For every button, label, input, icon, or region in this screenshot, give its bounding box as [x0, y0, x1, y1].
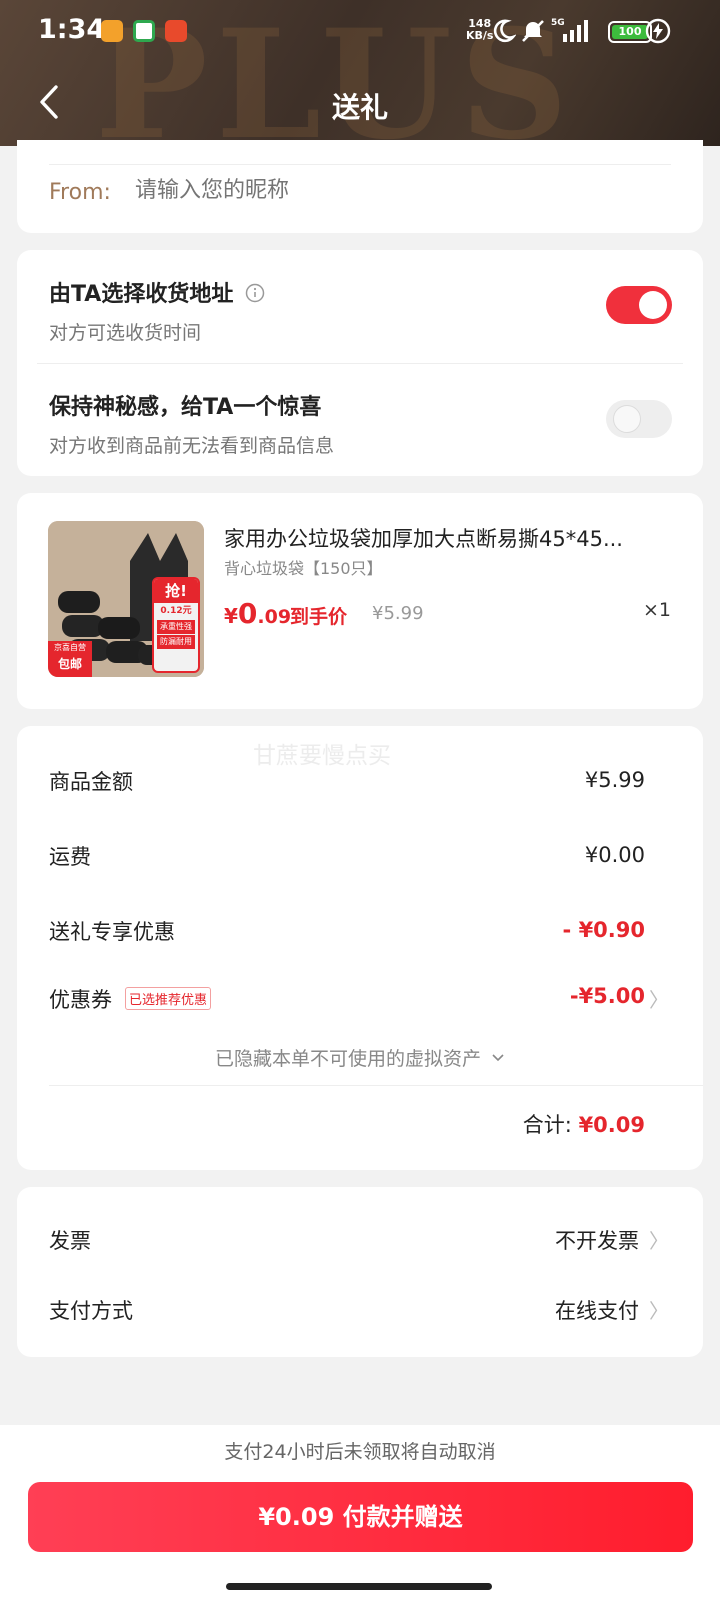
choose-address-toggle[interactable]	[606, 286, 672, 324]
settings-card: 发票 不开发票 〉 支付方式 在线支付 〉	[17, 1187, 703, 1357]
watermark-text: 甘蔗要慢点买	[253, 743, 391, 769]
product-spec: 背心垃圾袋【150只】	[224, 559, 383, 578]
chevron-right-icon: 〉	[649, 1299, 669, 1323]
payment-method-value: 在线支付	[555, 1299, 639, 1323]
final-price-label: 到手价	[290, 606, 348, 628]
divider	[37, 363, 683, 364]
from-label: From:	[49, 180, 111, 205]
promo-badge: 抢! 0.12元 承重性强 防漏耐用	[152, 577, 200, 673]
gift-discount-label: 送礼专享优惠	[49, 920, 175, 944]
payment-method-label: 支付方式	[49, 1299, 133, 1323]
self-operated-badge: 京喜自营 包邮	[48, 641, 92, 677]
product-price: ¥0.09	[224, 597, 292, 630]
pay-and-gift-button[interactable]: ¥0.09 付款并赠送	[28, 1482, 693, 1552]
signal-icon	[563, 20, 588, 42]
page-title: 送礼	[331, 91, 388, 124]
status-bar: 1:34 148 KB/s 5G 100	[0, 0, 720, 64]
product-name: 家用办公垃圾袋加厚加大点断易撕45*45...	[224, 527, 623, 551]
chevron-right-icon[interactable]: 〉	[649, 984, 669, 1013]
info-icon[interactable]	[245, 283, 265, 303]
divider	[49, 164, 671, 165]
network-speed: 148 KB/s	[466, 17, 494, 42]
app-notification-icon	[133, 20, 155, 42]
hidden-assets-toggle[interactable]: 已隐藏本单不可使用的虚拟资产	[17, 1044, 703, 1071]
coupon-recommended-badge: 已选推荐优惠	[125, 987, 212, 1010]
chevron-right-icon: 〉	[649, 1229, 669, 1253]
shipping-value: ¥0.00	[584, 843, 645, 867]
summary-card: 甘蔗要慢点买 商品金额 ¥5.99 运费 ¥0.00 送礼专享优惠 - ¥0.9…	[17, 726, 703, 1170]
total-row: 合计: ¥0.09	[523, 1109, 645, 1139]
product-quantity: ×1	[642, 599, 671, 621]
moon-icon	[493, 19, 516, 43]
goods-amount-label: 商品金额	[49, 770, 133, 794]
divider	[49, 1085, 703, 1086]
invoice-value: 不开发票	[555, 1229, 639, 1253]
gift-discount-value: - ¥0.90	[562, 918, 645, 942]
mystery-title: 保持神秘感，给TA一个惊喜	[49, 395, 322, 420]
nickname-input[interactable]	[135, 178, 585, 203]
product-thumbnail: 抢! 0.12元 承重性强 防漏耐用 京喜自营 包邮	[48, 521, 204, 677]
product-card[interactable]: 抢! 0.12元 承重性强 防漏耐用 京喜自营 包邮 家用办公垃圾袋加厚加大点断…	[17, 493, 703, 709]
app-notification-icon	[165, 20, 187, 42]
invoice-label: 发票	[49, 1229, 91, 1253]
chevron-down-icon	[492, 1054, 504, 1062]
home-indicator[interactable]	[226, 1583, 492, 1590]
auto-cancel-notice: 支付24小时后未领取将自动取消	[224, 1441, 496, 1463]
mystery-toggle[interactable]	[606, 400, 672, 438]
status-time: 1:34	[38, 14, 106, 45]
mute-icon	[522, 20, 544, 42]
header: PLUS 1:34 148 KB/s 5G 100 送礼	[0, 0, 720, 146]
original-price: ¥5.99	[372, 603, 424, 624]
sender-card: From:	[17, 140, 703, 233]
coupon-value[interactable]: -¥5.00	[570, 984, 645, 1008]
choose-address-title: 由TA选择收货地址	[49, 276, 265, 308]
coupon-label[interactable]: 优惠券	[49, 984, 112, 1014]
shipping-label: 运费	[49, 845, 91, 869]
goods-amount-value: ¥5.99	[584, 768, 645, 792]
total-value: ¥0.09	[578, 1113, 645, 1137]
charging-icon	[645, 18, 671, 44]
total-label: 合计:	[522, 1113, 572, 1137]
choose-address-subtitle: 对方可选收货时间	[49, 322, 202, 344]
mystery-subtitle: 对方收到商品前无法看到商品信息	[49, 435, 335, 457]
options-card: 由TA选择收货地址 对方可选收货时间 保持神秘感，给TA一个惊喜 对方收到商品前…	[17, 250, 703, 476]
app-notification-icon	[101, 20, 123, 42]
